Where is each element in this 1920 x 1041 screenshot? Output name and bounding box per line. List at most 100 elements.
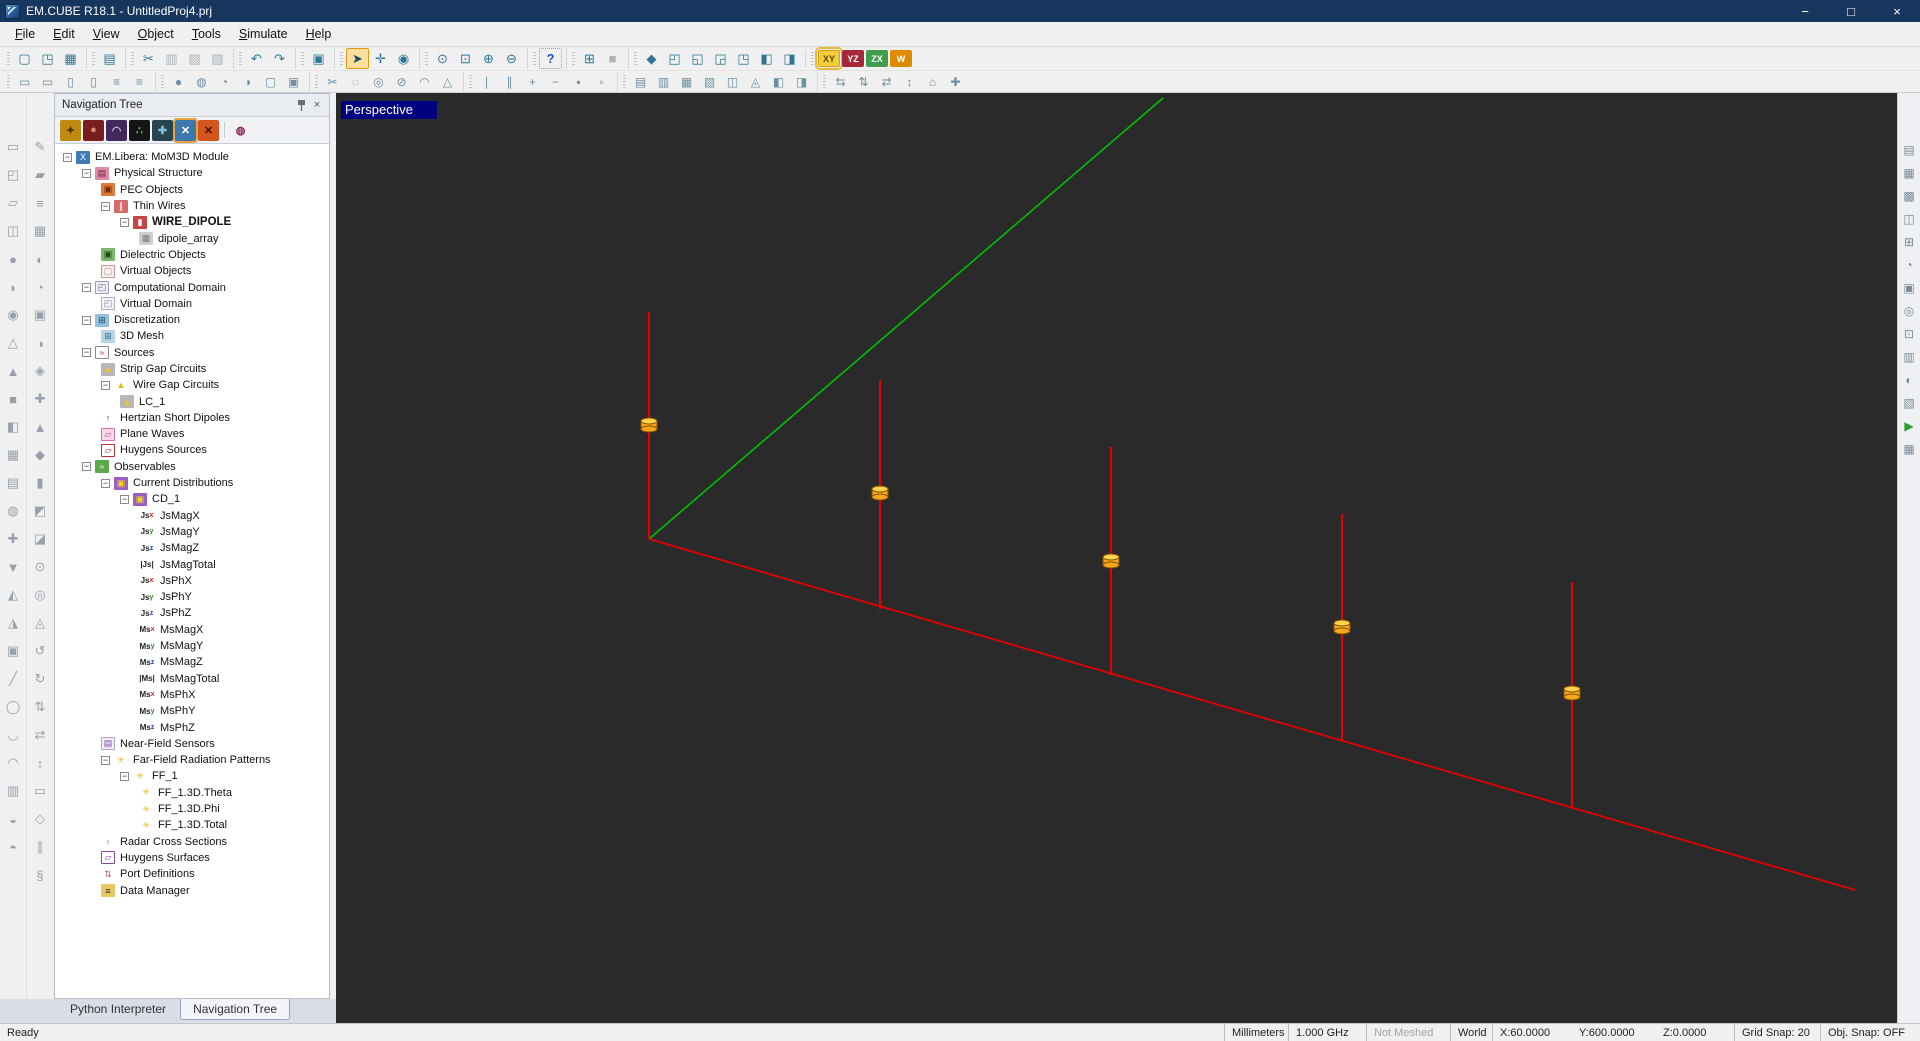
left-tool-icon[interactable]: ◑ [30,329,50,357]
left-tool-icon[interactable]: ✚ [3,525,23,553]
left-tool-icon[interactable]: ◎ [30,581,50,609]
plane-w-button[interactable]: W [890,50,912,67]
geometry-tool-icon[interactable]: + [521,72,544,91]
left-tool-icon[interactable]: ▲ [3,357,23,385]
geometry-tool-icon[interactable]: ◔ [213,72,236,91]
geometry-tool-icon[interactable]: ◎ [367,72,390,91]
geometry-tool-icon[interactable]: ▯ [82,72,105,91]
left-tool-icon[interactable]: ▦ [3,441,23,469]
geometry-tool-icon[interactable]: ▭ [13,72,36,91]
tree-item-ff-1-3d-total[interactable]: ✳ FF_1.3D.Total [55,817,329,833]
expand-box[interactable]: − [120,771,129,781]
module-illumina-icon[interactable]: ✦ [60,119,81,141]
menu-file[interactable]: File [6,24,44,44]
pan-tool-icon[interactable]: ✛ [369,48,392,69]
geometry-tool-icon[interactable]: ◌ [344,72,367,91]
tree-item-jsmagtotal[interactable]: |Js| JsMagTotal [55,556,329,572]
left-tool-icon[interactable]: ▰ [30,161,50,189]
left-tool-icon[interactable]: § [30,861,50,889]
left-tool-icon[interactable]: ◆ [30,441,50,469]
tree-item-thin-wires[interactable]: − ∥ Thin Wires [55,198,329,214]
paste-icon[interactable]: ▧ [183,48,206,69]
geometry-tool-icon[interactable]: ▪ [567,72,590,91]
geometry-tool-icon[interactable]: ▦ [675,72,698,91]
left-tool-icon[interactable]: ◒ [3,805,23,833]
geometry-tool-icon[interactable]: ↕ [898,72,921,91]
save-project-icon[interactable]: ▦ [59,48,82,69]
tree-item-wire-gap-circuits[interactable]: − ▲ Wire Gap Circuits [55,377,329,393]
module-tempo-icon[interactable]: ◠ [106,119,127,141]
geometry-tool-icon[interactable]: ◠ [413,72,436,91]
tree-item-far-field-radiation-patterns[interactable]: − ✳ Far-Field Radiation Patterns [55,752,329,768]
expand-box[interactable]: − [101,380,110,390]
left-tool-icon[interactable]: ◗ [3,273,23,301]
tree-item-jsmagy[interactable]: Js y JsMagY [55,524,329,540]
view-front-icon[interactable]: ◰ [663,48,686,69]
close-button[interactable]: × [1874,0,1920,22]
left-tool-icon[interactable]: ◭ [3,581,23,609]
right-tool-icon[interactable]: ⊡ [1900,322,1919,345]
tree-item-near-field-sensors[interactable]: ▤ Near-Field Sensors [55,736,329,752]
copy-icon[interactable]: ▥ [160,48,183,69]
geometry-tool-icon[interactable]: ≡ [128,72,151,91]
left-tool-icon[interactable]: ╱ [3,665,23,693]
tree-item-hertzian-short-dipoles[interactable]: ↑ Hertzian Short Dipoles [55,410,329,426]
context-help-icon[interactable]: ? [539,48,562,69]
tree-item-jsphz[interactable]: Js z JsPhZ [55,605,329,621]
orbit-tool-icon[interactable]: ◉ [392,48,415,69]
right-tool-icon[interactable]: ⊞ [1900,230,1919,253]
geometry-tool-icon[interactable]: ∣ [475,72,498,91]
left-tool-icon[interactable]: ▣ [30,301,50,329]
left-tool-icon[interactable]: ▤ [3,469,23,497]
left-tool-icon[interactable]: ↕ [30,749,50,777]
minimize-button[interactable]: − [1782,0,1828,22]
menu-help[interactable]: Help [297,24,341,44]
right-tool-icon[interactable]: ◎ [1900,299,1919,322]
tree-item-msmagx[interactable]: Ms x MsMagX [55,622,329,638]
zoom-previous-icon[interactable]: ⊙ [431,48,454,69]
geometry-tool-icon[interactable]: ✚ [944,72,967,91]
geometry-tool-icon[interactable]: ≡ [105,72,128,91]
tab-python-interpreter[interactable]: Python Interpreter [58,999,178,1019]
zoom-window-icon[interactable]: ⊡ [454,48,477,69]
left-tool-icon[interactable]: ◍ [3,497,23,525]
tree-item-virtual-domain[interactable]: ◰ Virtual Domain [55,296,329,312]
left-tool-icon[interactable]: ● [3,245,23,273]
tree-item-dipole-array[interactable]: ▦ dipole_array [55,230,329,246]
left-tool-icon[interactable]: ▣ [3,637,23,665]
geometry-tool-icon[interactable]: ▣ [282,72,305,91]
left-tool-icon[interactable]: ◪ [30,525,50,553]
tree-item-msphz[interactable]: Ms z MsPhZ [55,719,329,735]
geometry-tool-icon[interactable]: ● [167,72,190,91]
tile-views-icon[interactable]: ⊞ [578,48,601,69]
view-mode-label[interactable]: Perspective [341,101,437,119]
geometry-tool-icon[interactable]: ▤ [629,72,652,91]
left-tool-icon[interactable]: ◈ [30,357,50,385]
tree-item-cd-1[interactable]: − ▣ CD_1 [55,491,329,507]
menu-edit[interactable]: Edit [44,24,84,44]
left-tool-icon[interactable]: △ [3,329,23,357]
geometry-tool-icon[interactable]: ⇅ [852,72,875,91]
pin-icon[interactable] [293,97,309,113]
left-tool-icon[interactable]: ▥ [3,777,23,805]
tree-item-computational-domain[interactable]: − ◰ Computational Domain [55,279,329,295]
geometry-tool-icon[interactable]: ▫ [590,72,613,91]
tree-item-jsphy[interactable]: Js y JsPhY [55,589,329,605]
left-tool-icon[interactable]: ↺ [30,637,50,665]
open-project-icon[interactable]: ◳ [36,48,59,69]
view-back-icon[interactable]: ◱ [686,48,709,69]
view-bottom-icon[interactable]: ◨ [778,48,801,69]
geometry-tool-icon[interactable]: ◍ [190,72,213,91]
tree-item-dielectric-objects[interactable]: ▣ Dielectric Objects [55,247,329,263]
geometry-tool-icon[interactable]: ▢ [259,72,282,91]
tree-item-virtual-objects[interactable]: ▢ Virtual Objects [55,263,329,279]
module-libera-icon[interactable]: ✕ [173,117,198,143]
right-tool-icon[interactable]: ▩ [1900,184,1919,207]
expand-box[interactable]: − [101,201,110,211]
left-tool-icon[interactable]: ◐ [30,245,50,273]
module-terrano-icon[interactable]: ● [83,119,104,141]
tree-item-msphy[interactable]: Ms y MsPhY [55,703,329,719]
undo-icon[interactable]: ↶ [245,48,268,69]
tree-item-physical-structure[interactable]: − ▤ Physical Structure [55,165,329,181]
tree-item-jsphx[interactable]: Js x JsPhX [55,573,329,589]
